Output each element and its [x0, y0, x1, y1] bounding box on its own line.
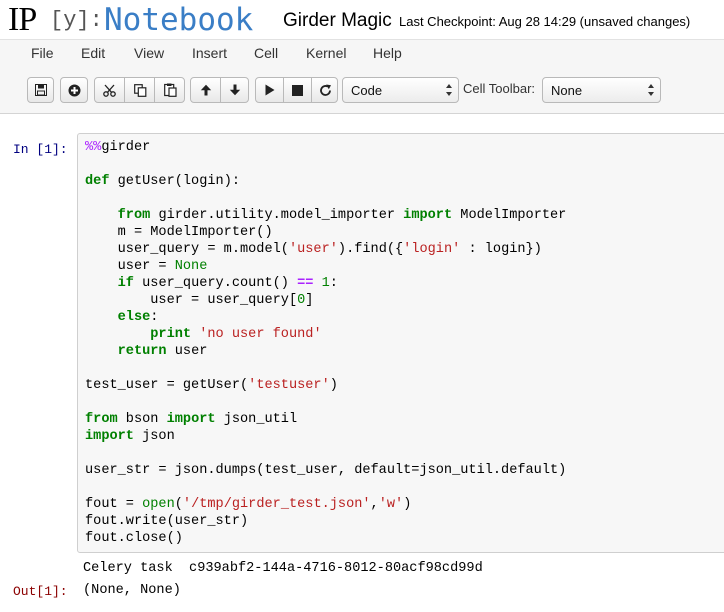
add-cell-icon [61, 78, 87, 102]
cell-type-value: Code [351, 83, 383, 98]
logo-ip: IP [8, 1, 37, 38]
code-editor[interactable]: %%girder def getUser(login): from girder… [85, 139, 566, 547]
menu-insert[interactable]: Insert [192, 45, 227, 61]
save-button[interactable] [27, 77, 54, 103]
notebook-area: In [1]: %%girder def getUser(login): fro… [0, 114, 724, 612]
restart-icon[interactable] [312, 78, 338, 102]
header: IP [y]: Notebook Girder Magic Last Check… [0, 0, 724, 40]
notebook-name[interactable]: Girder Magic [283, 10, 392, 32]
logo-y: [y]: [50, 8, 103, 33]
menubar: File Edit View Insert Cell Kernel Help [0, 39, 724, 68]
clipboard-group [94, 77, 185, 103]
stop-icon[interactable] [284, 78, 311, 102]
toolbar: Code Cell Toolbar: None [0, 67, 724, 114]
move-group [190, 77, 249, 103]
menu-cell[interactable]: Cell [254, 45, 278, 61]
run-icon[interactable] [256, 78, 283, 102]
menu-view[interactable]: View [134, 45, 164, 61]
save-icon [28, 78, 53, 102]
logo-notebook: Notebook [104, 2, 254, 38]
cell-toolbar-select[interactable]: None [542, 77, 661, 103]
menu-kernel[interactable]: Kernel [306, 45, 346, 61]
execute-result: (None, None) [83, 583, 181, 598]
input-prompt: In [1]: [13, 142, 68, 157]
code-cell-input[interactable]: %%girder def getUser(login): from girder… [77, 133, 724, 553]
move-down-icon[interactable] [221, 78, 249, 102]
copy-icon[interactable] [125, 78, 155, 102]
cell-toolbar-value: None [551, 83, 583, 98]
checkpoint-status: Last Checkpoint: Aug 28 14:29 (unsaved c… [399, 14, 691, 29]
stream-output: Celery task c939abf2-144a-4716-8012-80ac… [83, 561, 483, 576]
output-prompt: Out[1]: [13, 584, 68, 599]
move-up-icon[interactable] [191, 78, 220, 102]
kernel-group [255, 77, 338, 103]
paste-icon[interactable] [155, 78, 185, 102]
insert-cell-button[interactable] [60, 77, 88, 103]
menu-help[interactable]: Help [373, 45, 402, 61]
cell-toolbar-label: Cell Toolbar: [463, 81, 536, 96]
menu-edit[interactable]: Edit [81, 45, 105, 61]
select-arrows-icon [648, 84, 654, 96]
select-arrows-icon [446, 84, 452, 96]
menu-file[interactable]: File [31, 45, 54, 61]
cell-type-select[interactable]: Code [342, 77, 459, 103]
cut-icon[interactable] [95, 78, 125, 102]
